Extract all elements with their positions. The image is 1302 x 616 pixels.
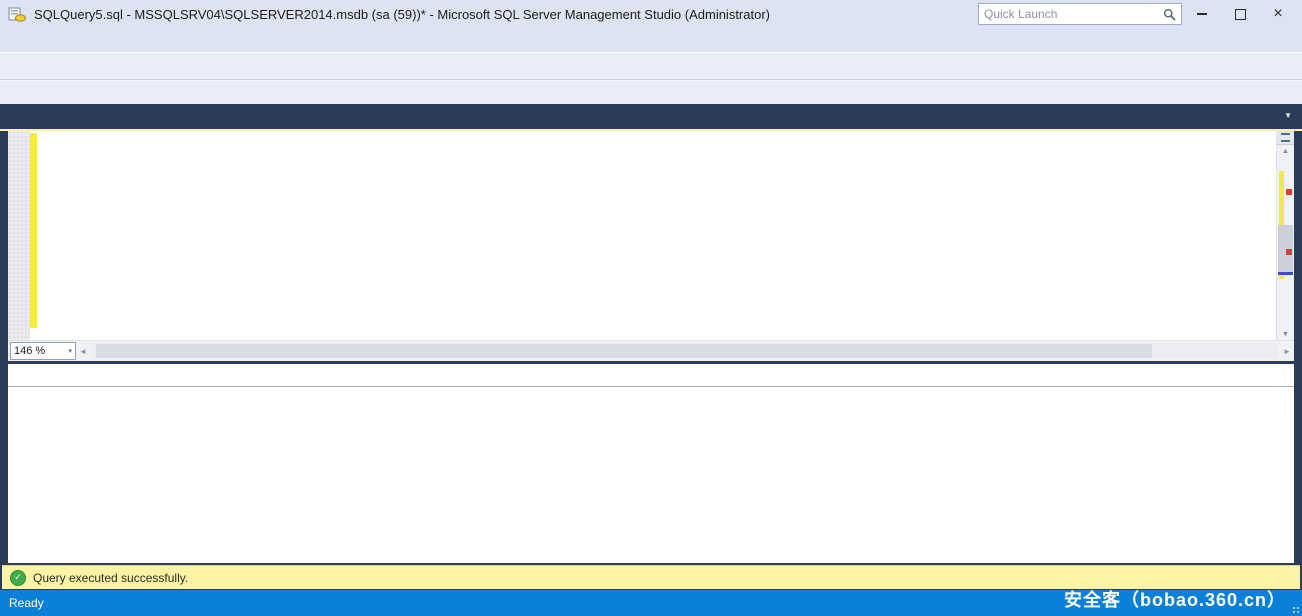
caret-position-mark — [1278, 272, 1293, 275]
ready-status: Ready — [9, 596, 44, 610]
editor-horizontal-scrollbar: 146 % ▾ ◄ ► — [8, 340, 1294, 361]
editor-zoom-combo[interactable]: 146 % ▾ — [10, 342, 76, 360]
scroll-left-icon[interactable]: ◄ — [76, 347, 90, 356]
split-editor-handle[interactable] — [1277, 131, 1294, 145]
search-icon — [1163, 8, 1176, 21]
scroll-up-icon[interactable]: ▲ — [1277, 145, 1294, 158]
window-title: SQLQuery5.sql - MSSQLSRV04\SQLSERVER2014… — [34, 7, 770, 22]
editor-vertical-scrollbar[interactable]: ▲ ▼ — [1276, 131, 1294, 341]
change-tracking-bar — [30, 133, 37, 328]
success-check-icon: ✓ — [10, 570, 26, 586]
maximize-button[interactable] — [1222, 2, 1258, 26]
close-button[interactable]: × — [1260, 2, 1296, 26]
chevron-down-icon: ▾ — [68, 347, 72, 355]
sql-editor[interactable]: ▲ ▼ 146 % ▾ ◄ ► — [8, 131, 1294, 361]
menu-bar — [0, 28, 1302, 52]
results-tab-bar — [8, 364, 1294, 387]
results-pane — [8, 364, 1294, 563]
query-status-message: Query executed successfully. — [33, 571, 188, 585]
document-tab-strip: ▼ — [0, 104, 1302, 131]
quick-launch-placeholder: Quick Launch — [984, 7, 1163, 21]
tab-list-dropdown-icon[interactable]: ▼ — [1284, 111, 1292, 120]
code-area[interactable] — [62, 134, 1277, 341]
scroll-right-icon[interactable]: ► — [1280, 347, 1294, 356]
error-mark — [1286, 249, 1292, 255]
resize-grip[interactable] — [1292, 606, 1300, 614]
title-bar: SQLQuery5.sql - MSSQLSRV04\SQLSERVER2014… — [0, 0, 1302, 28]
app-icon — [8, 5, 26, 23]
horizontal-scroll-thumb[interactable] — [96, 344, 1152, 358]
standard-toolbar — [0, 52, 1302, 80]
error-mark — [1286, 189, 1292, 195]
editor-gutter[interactable] — [8, 131, 30, 341]
horizontal-scroll-track[interactable] — [92, 344, 1278, 358]
quick-launch-input[interactable]: Quick Launch — [978, 3, 1182, 25]
mdi-area: ▼ ▲ ▼ 146 % ▾ ◄ ► — [0, 104, 1302, 590]
watermark-text: 安全客（bobao.360.cn） — [1064, 586, 1286, 612]
minimize-button[interactable] — [1184, 2, 1220, 26]
zoom-level: 146 % — [14, 345, 45, 357]
